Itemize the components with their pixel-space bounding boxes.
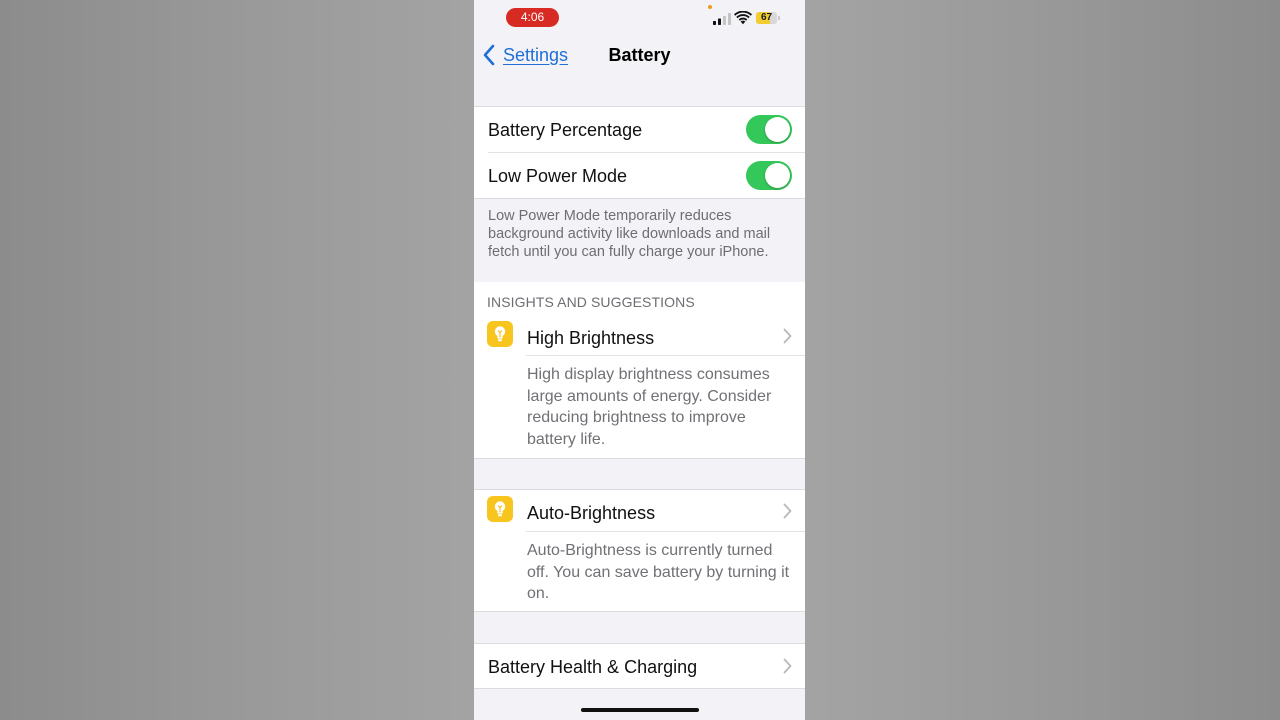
battery-percentage-toggle[interactable] xyxy=(746,115,792,144)
low-power-mode-row: Low Power Mode xyxy=(474,153,805,199)
insights-section-header: INSIGHTS AND SUGGESTIONS xyxy=(487,294,695,310)
status-time[interactable]: 4:06 xyxy=(506,8,559,27)
battery-health-label: Battery Health & Charging xyxy=(488,656,698,677)
high-brightness-title[interactable]: High Brightness xyxy=(527,328,654,349)
phone-screen: 4:06 67 Settings Battery Battery Percent… xyxy=(474,0,805,720)
battery-percentage-row: Battery Percentage xyxy=(474,107,805,153)
auto-brightness-title[interactable]: Auto-Brightness xyxy=(527,503,655,524)
battery-health-group: Battery Health & Charging xyxy=(474,643,805,689)
cellular-signal-icon xyxy=(713,13,731,25)
home-indicator[interactable] xyxy=(581,708,699,712)
battery-health-row[interactable]: Battery Health & Charging xyxy=(474,644,805,690)
lightbulb-icon xyxy=(487,321,513,347)
battery-percentage-label: Battery Percentage xyxy=(488,119,643,140)
high-brightness-description: High display brightness consumes large a… xyxy=(527,366,772,448)
chevron-right-icon xyxy=(783,658,792,674)
low-power-mode-toggle[interactable] xyxy=(746,161,792,190)
chevron-right-icon[interactable] xyxy=(783,503,792,519)
battery-icon: 67 xyxy=(756,12,780,24)
lightbulb-icon xyxy=(487,496,513,522)
insights-group: INSIGHTS AND SUGGESTIONS High Brightness… xyxy=(474,282,805,459)
wifi-icon xyxy=(734,11,752,25)
back-button[interactable]: Settings xyxy=(482,42,568,68)
back-button-label: Settings xyxy=(503,44,569,65)
privacy-indicator-dot xyxy=(708,5,712,9)
low-power-mode-footnote: Low Power Mode temporarily reduces backg… xyxy=(488,208,771,260)
low-power-mode-label: Low Power Mode xyxy=(488,165,628,186)
auto-brightness-description: Auto-Brightness is currently turned off.… xyxy=(527,542,790,602)
auto-brightness-group: Auto-Brightness Auto-Brightness is curre… xyxy=(474,489,805,612)
chevron-left-icon xyxy=(483,44,495,66)
battery-percentage-text: 67 xyxy=(760,12,773,23)
chevron-right-icon[interactable] xyxy=(783,328,792,344)
toggles-group: Battery Percentage Low Power Mode xyxy=(474,106,805,199)
